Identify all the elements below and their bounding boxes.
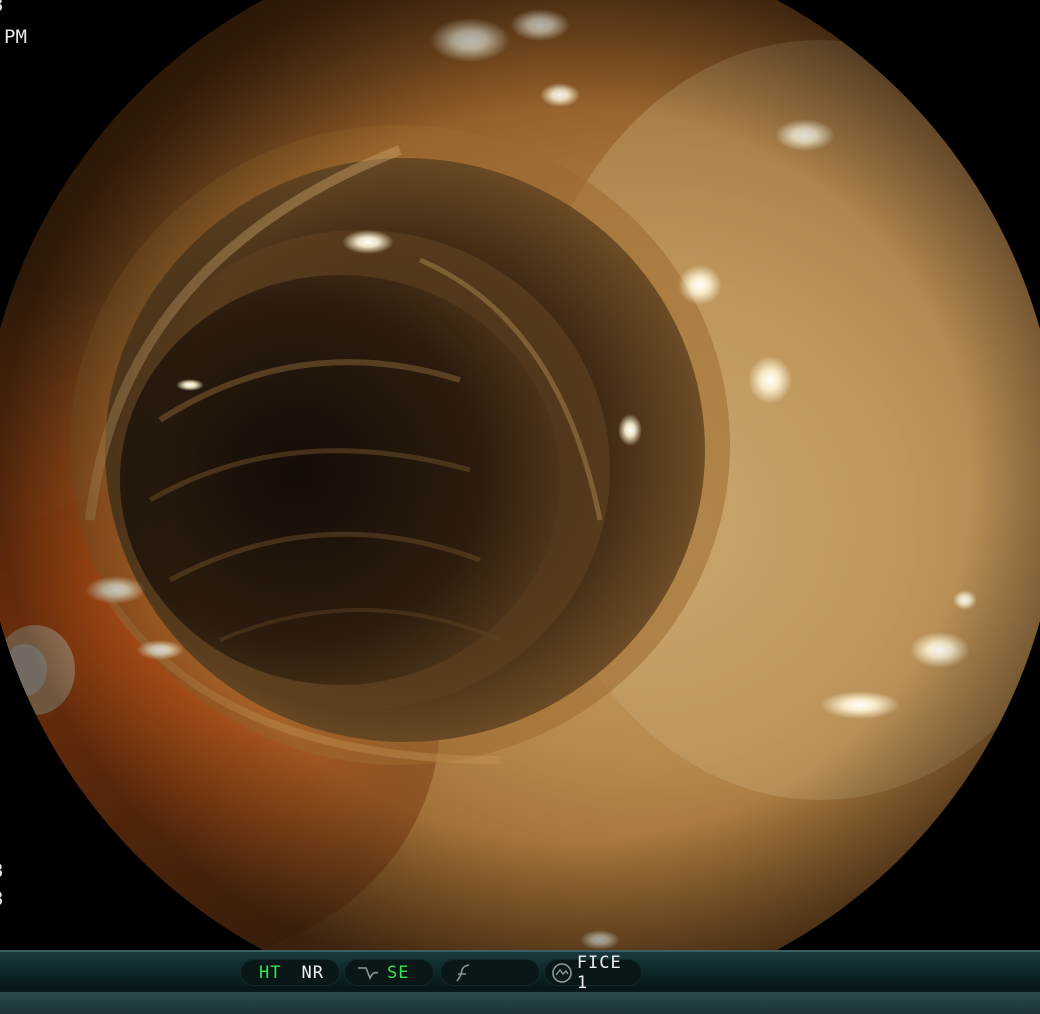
se-label: SE [387,962,410,983]
status-bar-lower [0,992,1040,1014]
se-indicator: SE [344,959,434,986]
color-tone-indicator [440,959,540,986]
overlay-top-char: 3 [0,0,3,16]
nr-label: NR [301,962,324,983]
colon-mucosa [0,0,1040,950]
ht-label: HT [259,962,282,983]
status-bar: HT NR SE FICE 1 [0,950,1040,1014]
endoscope-image [0,0,1040,950]
fice-indicator: FICE 1 [544,953,642,993]
fice-mode-icon [551,962,573,984]
structure-enhance-icon [357,965,379,981]
overlay-bottom-line1: 3 [0,860,3,882]
ht-nr-indicator: HT NR [240,959,340,986]
endoscope-view [0,0,1040,950]
color-tone-icon [453,963,473,982]
overlay-bottom-line2: 3 [0,888,3,910]
overlay-time-period: PM [4,26,27,48]
fice-label: FICE 1 [576,952,622,993]
